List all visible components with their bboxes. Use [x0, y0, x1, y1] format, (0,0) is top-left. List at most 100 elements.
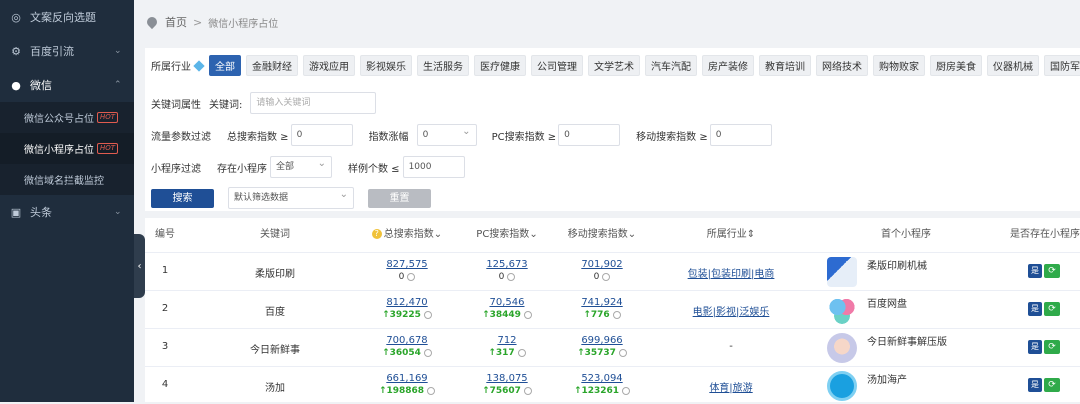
total-index-value[interactable]: 827,575 — [367, 258, 447, 271]
table-row: 4 汤加 661,169 ↑198868 138,075 ↑75607 523,094 ↑12… — [145, 366, 1080, 404]
hot-badge: HOT — [97, 112, 119, 123]
pc-index-change: ↑38449 — [467, 309, 547, 321]
industry-link[interactable]: 体育|旅游 — [709, 383, 752, 394]
change-value: ↑776 — [583, 310, 610, 320]
mobile-index-change: ↑776 — [557, 309, 647, 321]
nav-item-wechat[interactable]: ● 微信 ⌃ — [0, 68, 134, 102]
nav-item-toutiao[interactable]: ▣ 头条 ⌄ — [0, 195, 134, 229]
keyword-row: 关键词属性 关键词: 请输入关键词 — [151, 92, 377, 114]
exists-cell: 是 ⟳ — [1028, 378, 1060, 392]
industry-link: - — [729, 341, 733, 352]
pc-index-change: ↑317 — [467, 347, 547, 359]
industry-tag[interactable]: 文学艺术 — [588, 55, 640, 76]
mobile-index-value[interactable]: 523,094 — [557, 372, 647, 385]
industry-tag[interactable]: 医疗健康 — [474, 55, 526, 76]
filter-panel: 所属行业 全部 金融财经 游戏应用 影视娱乐 生活服务 医疗健康 公司管理 文学艺术 汽车汽配房… — [145, 48, 1080, 211]
industry-cell: - — [671, 341, 791, 352]
table-row: 2 百度 812,470 ↑39225 70,546 ↑38449 741,924 ↑776 电… — [145, 290, 1080, 328]
col-header-pc[interactable]: PC搜索指数⌄ — [467, 218, 547, 252]
industry-label: 所属行业 — [151, 62, 191, 73]
clock-icon — [507, 272, 516, 281]
total-index-value[interactable]: 812,470 — [367, 296, 447, 309]
industry-tag[interactable]: 影视娱乐 — [360, 55, 412, 76]
industry-tag[interactable]: 游戏应用 — [303, 55, 355, 76]
mobile-index-cell: 699,966 ↑35737 — [557, 334, 647, 359]
industry-tag[interactable]: 房产装修 — [702, 55, 754, 76]
sample-input[interactable]: 1000 — [402, 156, 465, 178]
index-change-select[interactable]: 0 — [416, 122, 477, 146]
refresh-icon[interactable]: ⟳ — [1044, 264, 1060, 278]
industry-tag[interactable]: 教育培训 — [759, 55, 811, 76]
mobile-index-value[interactable]: 699,966 — [557, 334, 647, 347]
mobile-index-value[interactable]: 701,902 — [557, 258, 647, 271]
breadcrumb-home[interactable]: 首页 — [165, 14, 187, 30]
mobile-index-change: 0 — [557, 271, 647, 283]
target-icon: ◎ — [11, 10, 21, 24]
clock-icon — [602, 272, 611, 281]
mobile-index-input[interactable]: 0 — [709, 124, 772, 146]
industry-tag[interactable]: 国防军事 — [1044, 55, 1080, 76]
sub-item-wechat-official[interactable]: 微信公众号占位 HOT — [0, 102, 134, 133]
col-header-no: 编号 — [155, 229, 175, 240]
row-keyword: 百度 — [265, 307, 285, 318]
refresh-icon[interactable]: ⟳ — [1044, 340, 1060, 354]
exists-badge: 是 — [1028, 264, 1042, 278]
pc-index-value[interactable]: 712 — [467, 334, 547, 347]
refresh-icon[interactable]: ⟳ — [1044, 378, 1060, 392]
col-header-total[interactable]: ? 总搜索指数⌄ — [367, 218, 447, 252]
sample-label: 样例个数 ≤ — [348, 163, 400, 175]
industry-tag[interactable]: 公司管理 — [531, 55, 583, 76]
industry-tag[interactable]: 厨房美食 — [930, 55, 982, 76]
col-header-industry[interactable]: 所属行业⇕ — [691, 218, 771, 252]
col-header-mobile[interactable]: 移动搜索指数⌄ — [557, 218, 647, 252]
industry-tag[interactable]: 全部 — [209, 55, 241, 76]
change-value: ↑123261 — [573, 386, 620, 396]
sub-item-wechat-domain[interactable]: 微信域名拦截监控 — [0, 164, 134, 195]
industry-tag[interactable]: 仪器机械 — [987, 55, 1039, 76]
exists-select[interactable]: 全部 — [270, 154, 332, 178]
refresh-icon[interactable]: ⟳ — [1044, 302, 1060, 316]
pc-index-value[interactable]: 70,546 — [467, 296, 547, 309]
industry-tag[interactable]: 购物败家 — [873, 55, 925, 76]
app-name[interactable]: 汤加海产 — [867, 371, 907, 386]
app-name[interactable]: 百度网盘 — [867, 295, 907, 310]
total-index-value[interactable]: 700,678 — [367, 334, 447, 347]
industry-link[interactable]: 电影|影视|泛娱乐 — [693, 307, 770, 318]
nav-label: 文案反向选题 — [30, 11, 96, 24]
clock-icon — [618, 348, 627, 357]
sort-select[interactable]: 默认筛选数据 — [228, 185, 354, 209]
industry-tag[interactable]: 生活服务 — [417, 55, 469, 76]
sub-item-wechat-mini[interactable]: 微信小程序占位 HOT — [0, 133, 134, 164]
industry-link[interactable]: 包装|包装印刷|电商 — [688, 269, 775, 280]
pc-index-input[interactable]: 0 — [558, 124, 621, 146]
chevron-down-icon: ⌄ — [114, 46, 122, 56]
sub-label: 微信公众号占位 — [24, 114, 94, 125]
mobile-index-value[interactable]: 741,924 — [557, 296, 647, 309]
mobile-index-cell: 741,924 ↑776 — [557, 296, 647, 321]
industry-tag[interactable]: 金融财经 — [246, 55, 298, 76]
pc-index-cell: 125,673 0 — [467, 258, 547, 283]
pc-index-value[interactable]: 138,075 — [467, 372, 547, 385]
mobile-index-cell: 701,902 0 — [557, 258, 647, 283]
keyword-input[interactable]: 请输入关键词 — [250, 92, 377, 114]
industry-tag[interactable]: 汽车汽配 — [645, 55, 697, 76]
nav-item-topic[interactable]: ◎ 文案反向选题 — [0, 0, 134, 34]
clock-icon — [427, 386, 436, 395]
row-number: 3 — [161, 341, 169, 352]
exists-badge: 是 — [1028, 378, 1042, 392]
industry-tag[interactable]: 网络技术 — [816, 55, 868, 76]
row-keyword: 今日新鲜事 — [250, 345, 300, 356]
total-index-value[interactable]: 661,169 — [367, 372, 447, 385]
app-name[interactable]: 今日新鲜事解压版 — [867, 333, 947, 348]
exists-badge: 是 — [1028, 302, 1042, 316]
app-logo — [827, 371, 857, 401]
pc-index-value[interactable]: 125,673 — [467, 258, 547, 271]
reset-button[interactable]: 重置 — [368, 188, 431, 208]
search-button[interactable]: 搜索 — [151, 188, 214, 208]
total-index-input[interactable]: 0 — [290, 124, 353, 146]
app-name[interactable]: 柔版印刷机械 — [867, 257, 927, 272]
nav-item-baidu[interactable]: ⚙ 百度引流 ⌄ — [0, 34, 134, 68]
sub-label: 微信小程序占位 — [24, 145, 94, 156]
results-table: 编号 关键词 ? 总搜索指数⌄ PC搜索指数⌄ 移动搜索指数⌄ 所属行业⇕ 首个小… — [145, 218, 1080, 402]
collapse-toggle[interactable]: ‹ — [134, 234, 145, 298]
